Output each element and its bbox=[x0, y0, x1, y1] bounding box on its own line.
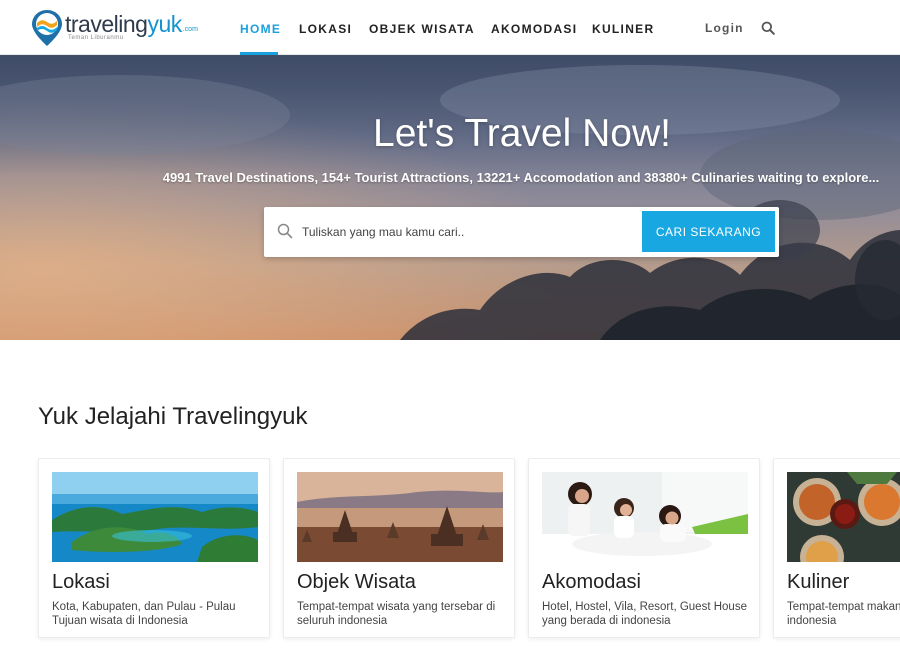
akomodasi-hotel-room-image bbox=[542, 472, 748, 562]
lokasi-islands-image bbox=[52, 472, 258, 562]
hero-title: Let's Travel Now! bbox=[373, 112, 671, 155]
map-pin-logo-icon bbox=[32, 10, 62, 46]
category-card-kuliner[interactable]: Kuliner Tempat-tempat makan khas di selu… bbox=[773, 458, 900, 638]
card-title: Lokasi bbox=[52, 571, 110, 593]
top-navbar: travelingyuk.com Teman Liburanmu HOME LO… bbox=[0, 0, 900, 55]
brand-tagline: Teman Liburanmu bbox=[68, 35, 124, 41]
card-description: Hotel, Hostel, Vila, Resort, Guest House… bbox=[542, 601, 747, 627]
card-title: Kuliner bbox=[787, 571, 850, 593]
search-icon bbox=[277, 223, 293, 239]
hero-banner: Let's Travel Now! 4991 Travel Destinatio… bbox=[0, 55, 900, 340]
brand-logo[interactable]: travelingyuk.com Teman Liburanmu bbox=[31, 9, 206, 47]
card-title: Akomodasi bbox=[542, 571, 641, 593]
brand-domain-suffix: .com bbox=[182, 26, 198, 33]
card-description: Kota, Kabupaten, dan Pulau - Pulau Tujua… bbox=[52, 601, 236, 627]
kuliner-food-image bbox=[787, 472, 900, 562]
brand-name-part2: yuk bbox=[147, 11, 182, 37]
category-card-akomodasi[interactable]: Akomodasi Hotel, Hostel, Vila, Resort, G… bbox=[528, 458, 760, 638]
brand-name-part1: traveling bbox=[65, 11, 148, 37]
category-cards: Lokasi Kota, Kabupaten, dan Pulau - Pula… bbox=[0, 458, 900, 650]
section-title: Yuk Jelajahi Travelingyuk bbox=[38, 403, 308, 430]
objek-wisata-temple-image bbox=[297, 472, 503, 562]
nav-item-lokasi[interactable]: LOKASI bbox=[299, 22, 352, 36]
login-link[interactable]: Login bbox=[705, 21, 744, 35]
nav-item-akomodasi[interactable]: AKOMODASI bbox=[491, 22, 577, 36]
search-submit-button[interactable]: CARI SEKARANG bbox=[642, 211, 775, 252]
hero-search-form: CARI SEKARANG bbox=[264, 207, 779, 257]
category-card-objek-wisata[interactable]: Objek Wisata Tempat-tempat wisata yang t… bbox=[283, 458, 515, 638]
card-title: Objek Wisata bbox=[297, 571, 416, 593]
hero-search-input[interactable] bbox=[302, 219, 632, 245]
card-description: Tempat-tempat wisata yang tersebar di se… bbox=[297, 601, 496, 627]
nav-item-objek-wisata[interactable]: OBJEK WISATA bbox=[369, 22, 475, 36]
nav-item-home[interactable]: HOME bbox=[240, 22, 281, 36]
card-description: Tempat-tempat makan khas di seluruh indo… bbox=[787, 601, 900, 627]
hero-subtitle: 4991 Travel Destinations, 154+ Tourist A… bbox=[162, 170, 880, 185]
search-icon[interactable] bbox=[761, 21, 775, 35]
nav-item-kuliner[interactable]: KULINER bbox=[592, 22, 654, 36]
hero-sky-clouds-image bbox=[0, 55, 900, 340]
category-card-lokasi[interactable]: Lokasi Kota, Kabupaten, dan Pulau - Pula… bbox=[38, 458, 270, 638]
